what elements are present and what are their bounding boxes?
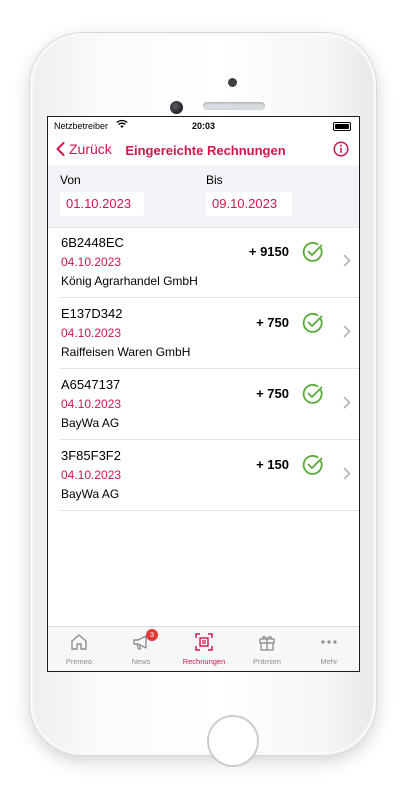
invoice-points: + 750 (256, 386, 289, 401)
invoice-date: 04.10.2023 (61, 255, 122, 269)
check-circle-icon (302, 312, 323, 333)
invoice-row[interactable]: 6B2448EC 04.10.2023 König Agrarhandel Gm… (48, 227, 359, 298)
invoice-date: 04.10.2023 (61, 326, 122, 340)
invoice-company: Raiffeisen Waren GmbH (61, 345, 191, 359)
invoice-company: BayWa AG (61, 416, 120, 430)
tab-mehr[interactable]: Mehr (298, 627, 359, 671)
chevron-right-icon (343, 325, 351, 338)
earpiece-speaker (203, 102, 265, 110)
from-label: Von (60, 173, 81, 187)
invoice-date: 04.10.2023 (61, 468, 122, 482)
tab-premeo[interactable]: Premeo (48, 627, 110, 671)
tab-label: Premeo (65, 657, 93, 666)
app-screen: Netzbetreiber 20:03 Zurück Eingereichte … (47, 116, 360, 672)
tab-news[interactable]: 3 News (110, 627, 172, 671)
info-icon[interactable] (333, 141, 349, 157)
date-filter: Von 01.10.2023 Bis 09.10.2023 (48, 165, 359, 228)
battery-icon (333, 122, 351, 131)
sensor-dot (228, 78, 237, 87)
from-date-field[interactable]: 01.10.2023 (60, 192, 144, 216)
invoice-number: A6547137 (61, 377, 121, 392)
invoice-row[interactable]: A6547137 04.10.2023 BayWa AG + 750 (48, 369, 359, 440)
check-circle-icon (302, 241, 323, 262)
tab-label: News (131, 657, 151, 666)
to-label: Bis (206, 173, 223, 187)
check-circle-icon (302, 454, 323, 475)
invoice-points: + 750 (256, 315, 289, 330)
invoice-row[interactable]: 3F85F3F2 04.10.2023 BayWa AG + 150 (48, 440, 359, 511)
gift-icon (259, 636, 275, 651)
tab-bar: Premeo 3 News Rechnungen Prämien Mehr (48, 626, 359, 671)
invoice-number: E137D342 (61, 306, 123, 321)
front-camera (170, 101, 183, 114)
chevron-right-icon (343, 396, 351, 409)
navigation-bar: Zurück Eingereichte Rechnungen (48, 135, 359, 165)
tab-rechnungen[interactable]: Rechnungen (173, 627, 235, 671)
invoice-company: König Agrarhandel GmbH (61, 274, 198, 288)
invoice-list: 6B2448EC 04.10.2023 König Agrarhandel Gm… (48, 227, 359, 511)
status-bar: Netzbetreiber 20:03 (48, 117, 359, 135)
check-circle-icon (302, 383, 323, 404)
invoice-company: BayWa AG (61, 487, 120, 501)
home-icon (71, 634, 87, 650)
chevron-right-icon (343, 254, 351, 267)
tab-label: Rechnungen (182, 657, 226, 666)
news-badge: 3 (146, 629, 158, 641)
invoice-points: + 9150 (248, 244, 289, 259)
page-title: Eingereichte Rechnungen (125, 143, 286, 158)
tab-label: Mehr (320, 657, 338, 666)
invoice-row[interactable]: E137D342 04.10.2023 Raiffeisen Waren Gmb… (48, 298, 359, 369)
scan-receipt-icon (195, 633, 213, 651)
invoice-number: 3F85F3F2 (61, 448, 121, 463)
invoice-date: 04.10.2023 (61, 397, 122, 411)
invoice-points: + 150 (256, 457, 289, 472)
more-dots-icon (321, 640, 337, 644)
tab-praemien[interactable]: Prämien (236, 627, 298, 671)
clock: 20:03 (191, 121, 216, 131)
tab-label: Prämien (253, 657, 281, 666)
home-button[interactable] (207, 715, 259, 767)
chevron-right-icon (343, 467, 351, 480)
to-date-field[interactable]: 09.10.2023 (206, 192, 292, 216)
invoice-number: 6B2448EC (61, 235, 124, 250)
